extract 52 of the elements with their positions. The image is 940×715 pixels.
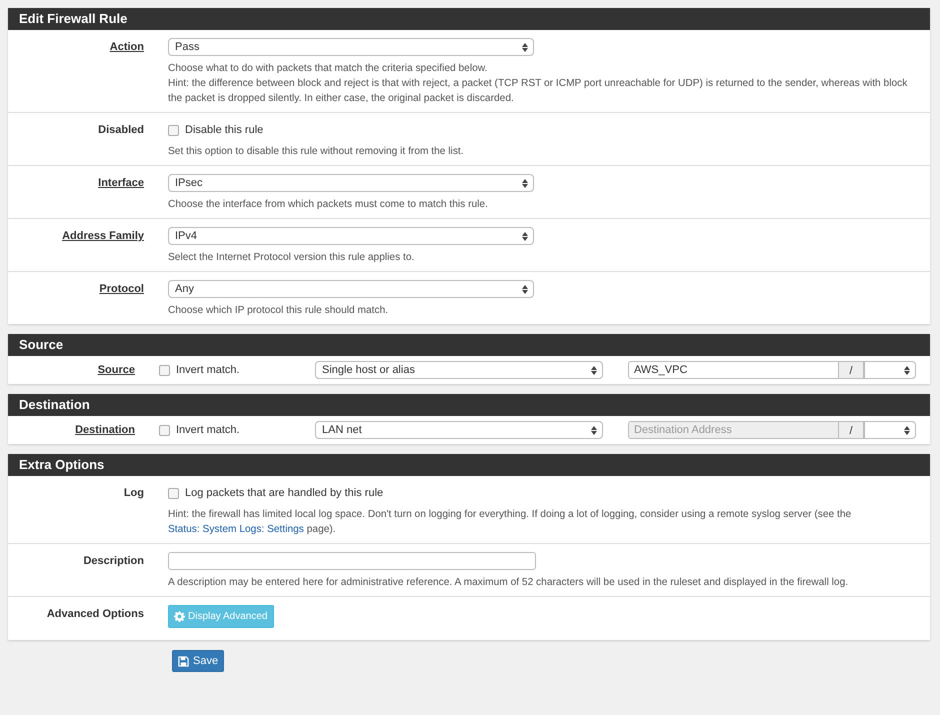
- field-label: Disabled: [98, 124, 144, 136]
- select-field[interactable]: IPsec: [168, 174, 534, 192]
- field-label-link[interactable]: Protocol: [99, 283, 144, 295]
- field-label: Description: [83, 555, 144, 567]
- checkbox-label[interactable]: Invert match.: [176, 364, 240, 376]
- help-text: Hint: the firewall has limited local log space. Don't turn on logging for everything. If doing a lot of logging, consider using a remote syslog server (see the Status: System Logs: Settings page).: [168, 508, 852, 537]
- dropdown-arrows-icon: [904, 366, 910, 375]
- select-field[interactable]: Any: [168, 280, 534, 298]
- dropdown-arrows-icon: [522, 179, 528, 188]
- dropdown-arrows-icon: [904, 426, 910, 435]
- checkbox-label[interactable]: Disable this rule: [185, 124, 264, 136]
- help-text: Choose the interface from which packets must come to match this rule.: [168, 198, 489, 212]
- select-field[interactable]: Pass: [168, 38, 534, 56]
- help-text: Choose what to do with packets that match the criteria specified below. Hint: the difference between block and reject is that with reject, a packet (TCP RST or ICMP port unreachable for UDP) is returned to the sender, whereas with block the packet is dropped silently. In either case, the original packet is discarded.: [168, 62, 908, 106]
- mask-select[interactable]: [864, 421, 916, 439]
- dropdown-arrows-icon: [522, 285, 528, 294]
- help-text: Set this option to disable this rule without removing it from the list.: [168, 145, 465, 159]
- checkbox[interactable]: [159, 424, 170, 436]
- dropdown-arrows-icon: [591, 366, 597, 375]
- dropdown-arrows-icon: [522, 43, 528, 52]
- save-button[interactable]: Save: [172, 650, 224, 672]
- gear-icon: [174, 611, 185, 622]
- panel-header: Source: [8, 334, 930, 356]
- field-label-link[interactable]: Destination: [75, 424, 135, 436]
- panel-header: Edit Firewall Rule: [8, 8, 930, 30]
- checkbox-label[interactable]: Invert match.: [176, 424, 240, 436]
- select-field[interactable]: LAN net: [315, 421, 603, 439]
- panel-header: Destination: [8, 394, 930, 416]
- field-label: Log: [124, 487, 144, 499]
- field-label-link[interactable]: Action: [110, 41, 144, 53]
- field-label-link[interactable]: Source: [98, 364, 135, 376]
- field-label-link[interactable]: Interface: [98, 177, 144, 189]
- checkbox[interactable]: [168, 488, 179, 498]
- dropdown-arrows-icon: [522, 232, 528, 241]
- help-text: Select the Internet Protocol version this rule applies to.: [168, 251, 416, 265]
- settings-link[interactable]: Status: System Logs: Settings: [168, 524, 304, 535]
- checkbox-label[interactable]: Log packets that are handled by this rule: [185, 487, 384, 499]
- address-field[interactable]: AWS_VPC: [628, 361, 839, 379]
- slash-addon: /: [839, 421, 864, 439]
- checkbox[interactable]: [168, 124, 179, 136]
- dropdown-arrows-icon: [591, 426, 597, 435]
- panel-header: Extra Options: [8, 454, 930, 476]
- slash-addon: /: [839, 361, 864, 379]
- checkbox[interactable]: [159, 364, 170, 376]
- select-field[interactable]: IPv4: [168, 227, 534, 245]
- help-text: A description may be entered here for administrative reference. A maximum of 52 characters will be used in the ruleset and displayed in the firewall log.: [168, 576, 850, 590]
- mask-select[interactable]: [864, 361, 916, 379]
- description-field[interactable]: [168, 552, 536, 570]
- help-text: Choose which IP protocol this rule should match.: [168, 304, 390, 318]
- field-label-link[interactable]: Address Family: [62, 230, 144, 242]
- select-field[interactable]: Single host or alias: [315, 361, 603, 379]
- field-label: Advanced Options: [46, 608, 144, 620]
